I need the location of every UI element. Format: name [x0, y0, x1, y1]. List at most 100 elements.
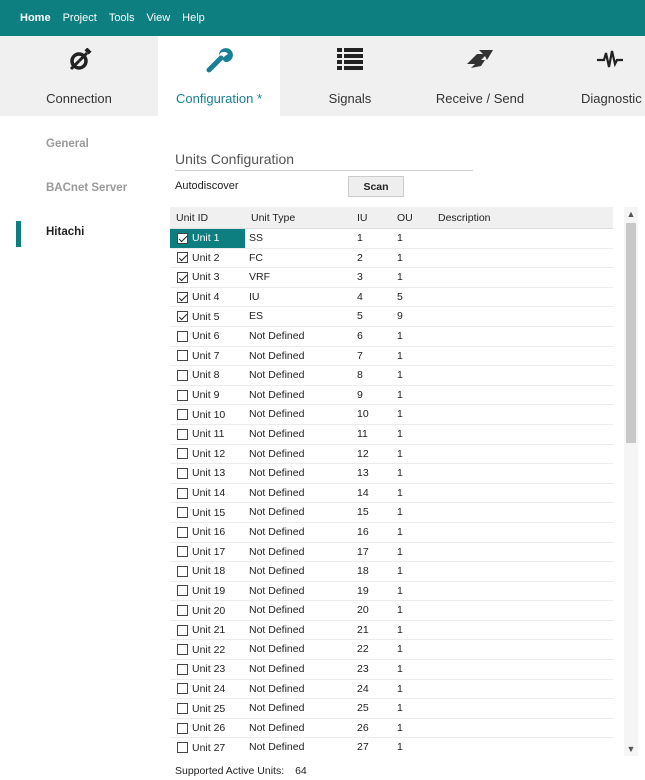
unit-enable-checkbox[interactable]: [177, 644, 188, 656]
unit-id-cell[interactable]: Unit 3: [170, 268, 245, 287]
table-row[interactable]: Unit 24 Not Defined 24 1: [170, 680, 613, 700]
unit-id-cell[interactable]: Unit 7: [170, 347, 245, 366]
unit-id-cell[interactable]: Unit 11: [170, 425, 245, 444]
unit-id-cell[interactable]: Unit 1: [170, 229, 245, 248]
unit-enable-checkbox[interactable]: [177, 311, 188, 323]
unit-id-cell[interactable]: Unit 5: [170, 307, 245, 326]
vertical-scrollbar[interactable]: ▲ ▼: [624, 207, 638, 756]
unit-enable-checkbox[interactable]: [177, 585, 188, 597]
unit-enable-checkbox[interactable]: [177, 565, 188, 577]
nav-bacnet-server[interactable]: BACnet Server: [46, 182, 127, 194]
unit-id-cell[interactable]: Unit 27: [170, 738, 245, 756]
unit-id-cell[interactable]: Unit 18: [170, 562, 245, 581]
menu-view[interactable]: View: [147, 12, 171, 24]
menu-project[interactable]: Project: [63, 12, 97, 24]
table-row[interactable]: Unit 17 Not Defined 17 1: [170, 543, 613, 563]
unit-id-cell[interactable]: Unit 12: [170, 445, 245, 464]
unit-enable-checkbox[interactable]: [177, 448, 188, 460]
unit-id-cell[interactable]: Unit 14: [170, 484, 245, 503]
unit-id-cell[interactable]: Unit 10: [170, 405, 245, 424]
unit-enable-checkbox[interactable]: [177, 271, 188, 283]
unit-enable-checkbox[interactable]: [177, 487, 188, 499]
unit-id-cell[interactable]: Unit 13: [170, 464, 245, 483]
unit-enable-checkbox[interactable]: [177, 683, 188, 695]
tab-connection[interactable]: Connection: [0, 36, 158, 116]
nav-general[interactable]: General: [46, 138, 89, 150]
tab-receive-send[interactable]: Receive / Send: [420, 36, 540, 116]
unit-id-cell[interactable]: Unit 15: [170, 503, 245, 522]
unit-id-cell[interactable]: Unit 20: [170, 601, 245, 620]
unit-enable-checkbox[interactable]: [177, 232, 188, 244]
column-header-ou[interactable]: OU: [397, 212, 413, 224]
table-row[interactable]: Unit 12 Not Defined 12 1: [170, 445, 613, 465]
unit-enable-checkbox[interactable]: [177, 409, 188, 421]
menu-tools[interactable]: Tools: [109, 12, 135, 24]
scroll-down-icon[interactable]: ▼: [624, 742, 638, 756]
unit-id-cell[interactable]: Unit 6: [170, 327, 245, 346]
unit-enable-checkbox[interactable]: [177, 291, 188, 303]
scan-button[interactable]: Scan: [348, 176, 404, 197]
menu-help[interactable]: Help: [182, 12, 205, 24]
table-row[interactable]: Unit 16 Not Defined 16 1: [170, 523, 613, 543]
table-row[interactable]: Unit 4 IU 4 5: [170, 288, 613, 308]
unit-id-cell[interactable]: Unit 2: [170, 249, 245, 268]
unit-enable-checkbox[interactable]: [177, 526, 188, 538]
scroll-up-icon[interactable]: ▲: [624, 207, 638, 221]
unit-enable-checkbox[interactable]: [177, 703, 188, 715]
unit-enable-checkbox[interactable]: [177, 507, 188, 519]
table-row[interactable]: Unit 26 Not Defined 26 1: [170, 719, 613, 739]
table-row[interactable]: Unit 5 ES 5 9: [170, 307, 613, 327]
unit-enable-checkbox[interactable]: [177, 330, 188, 342]
tab-signals[interactable]: Signals: [280, 36, 420, 116]
table-row[interactable]: Unit 18 Not Defined 18 1: [170, 562, 613, 582]
tab-configuration[interactable]: Configuration *: [158, 36, 280, 116]
unit-enable-checkbox[interactable]: [177, 252, 188, 264]
unit-enable-checkbox[interactable]: [177, 605, 188, 617]
column-header-unit-type[interactable]: Unit Type: [251, 212, 295, 224]
table-row[interactable]: Unit 7 Not Defined 7 1: [170, 347, 613, 367]
unit-enable-checkbox[interactable]: [177, 624, 188, 636]
unit-id-cell[interactable]: Unit 19: [170, 582, 245, 601]
table-row[interactable]: Unit 21 Not Defined 21 1: [170, 621, 613, 641]
table-row[interactable]: Unit 23 Not Defined 23 1: [170, 660, 613, 680]
table-row[interactable]: Unit 22 Not Defined 22 1: [170, 640, 613, 661]
table-row[interactable]: Unit 1 SS 1 1: [170, 229, 613, 249]
menu-home[interactable]: Home: [20, 12, 51, 24]
table-row[interactable]: Unit 3 VRF 3 1: [170, 268, 613, 288]
table-row[interactable]: Unit 10 Not Defined 10 1: [170, 405, 613, 425]
table-row[interactable]: Unit 8 Not Defined 8 1: [170, 366, 613, 386]
unit-id-cell[interactable]: Unit 4: [170, 288, 245, 307]
scroll-thumb[interactable]: [626, 223, 636, 443]
table-row[interactable]: Unit 19 Not Defined 19 1: [170, 582, 613, 602]
unit-enable-checkbox[interactable]: [177, 389, 188, 401]
table-row[interactable]: Unit 11 Not Defined 11 1: [170, 425, 613, 445]
table-row[interactable]: Unit 6 Not Defined 6 1: [170, 327, 613, 347]
table-row[interactable]: Unit 27 Not Defined 27 1: [170, 738, 613, 756]
unit-id-cell[interactable]: Unit 23: [170, 660, 245, 679]
table-row[interactable]: Unit 20 Not Defined 20 1: [170, 601, 613, 621]
unit-enable-checkbox[interactable]: [177, 742, 188, 754]
unit-enable-checkbox[interactable]: [177, 350, 188, 362]
column-header-unit-id[interactable]: Unit ID: [176, 212, 208, 224]
unit-enable-checkbox[interactable]: [177, 369, 188, 381]
unit-enable-checkbox[interactable]: [177, 546, 188, 558]
tab-diagnostic[interactable]: Diagnostic: [540, 36, 645, 116]
unit-id-cell[interactable]: Unit 17: [170, 543, 245, 562]
unit-id-cell[interactable]: Unit 24: [170, 680, 245, 699]
unit-enable-checkbox[interactable]: [177, 467, 188, 479]
unit-enable-checkbox[interactable]: [177, 663, 188, 675]
table-row[interactable]: Unit 14 Not Defined 14 1: [170, 484, 613, 504]
nav-hitachi[interactable]: Hitachi: [46, 226, 84, 238]
table-row[interactable]: Unit 9 Not Defined 9 1: [170, 386, 613, 406]
unit-id-cell[interactable]: Unit 21: [170, 621, 245, 640]
column-header-description[interactable]: Description: [438, 212, 491, 224]
unit-id-cell[interactable]: Unit 16: [170, 523, 245, 542]
unit-enable-checkbox[interactable]: [177, 722, 188, 734]
unit-id-cell[interactable]: Unit 8: [170, 366, 245, 385]
unit-id-cell[interactable]: Unit 26: [170, 719, 245, 738]
unit-id-cell[interactable]: Unit 22: [170, 640, 245, 659]
unit-enable-checkbox[interactable]: [177, 428, 188, 440]
column-header-iu[interactable]: IU: [357, 212, 368, 224]
table-row[interactable]: Unit 2 FC 2 1: [170, 249, 613, 269]
unit-id-cell[interactable]: Unit 9: [170, 386, 245, 405]
